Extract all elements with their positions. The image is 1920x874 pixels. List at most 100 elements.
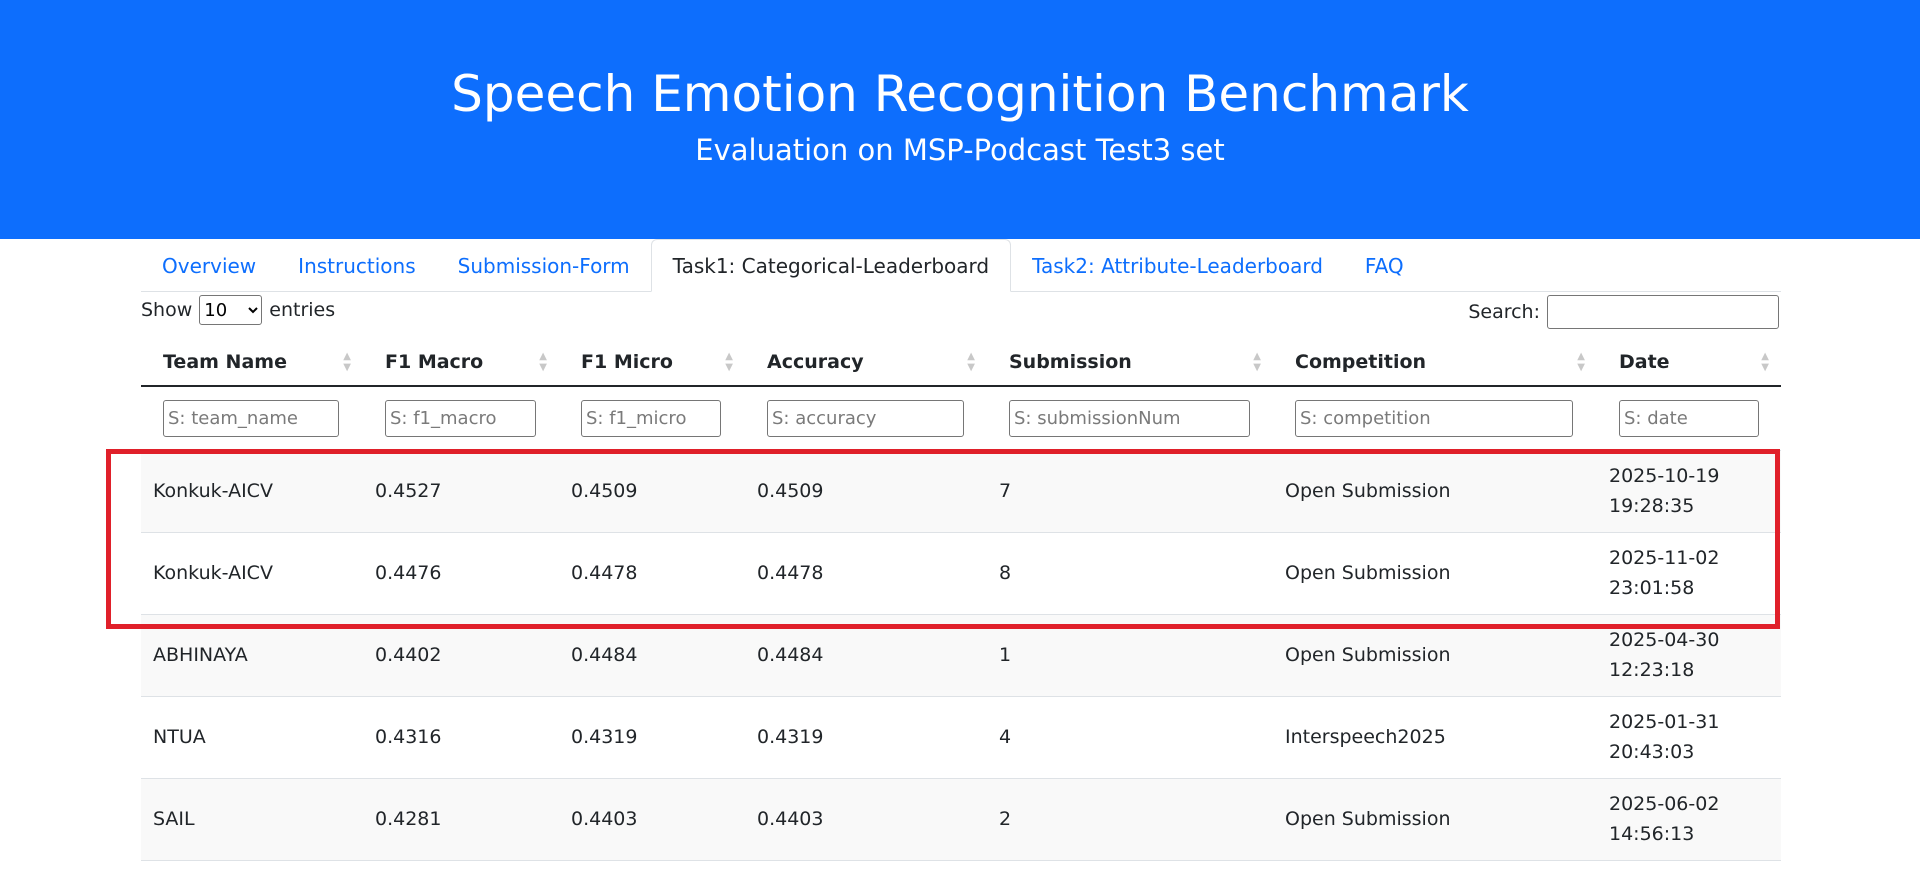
tab-overview[interactable]: Overview [141, 240, 277, 291]
cell-accuracy: 0.4509 [745, 449, 987, 532]
cell-submission: 4 [987, 695, 1273, 778]
tab-faq[interactable]: FAQ [1344, 240, 1425, 291]
filter-input-competition[interactable] [1295, 399, 1573, 437]
cell-f1-macro: 0.4402 [363, 613, 559, 696]
cell-team-name: Konkuk-AICV [141, 531, 363, 614]
cell-f1-macro: 0.4527 [363, 449, 559, 532]
column-header-label: Accuracy [767, 350, 864, 373]
nav-tabs: Overview Instructions Submission-Form Ta… [141, 239, 1781, 292]
column-header-f1-macro[interactable]: F1 Macro ▲ ▼ [363, 338, 559, 387]
table-row: SAIL 0.4281 0.4403 0.4403 2 Open Submiss… [141, 777, 1781, 861]
filter-cell [987, 386, 1273, 450]
tab-attribute-leaderboard[interactable]: Task2: Attribute-Leaderboard [1011, 240, 1344, 291]
cell-submission: 8 [987, 531, 1273, 614]
column-header-label: Submission [1009, 350, 1132, 373]
filter-input-date[interactable] [1619, 399, 1759, 437]
cell-submission: 2 [987, 777, 1273, 861]
sort-icon: ▲ ▼ [343, 350, 351, 373]
filter-cell [141, 386, 363, 450]
cell-competition: Open Submission [1273, 449, 1597, 532]
filter-input-team-name[interactable] [163, 399, 339, 437]
search-label: Search: [1468, 301, 1540, 323]
column-header-label: Team Name [163, 350, 287, 373]
cell-competition: Interspeech2025 [1273, 695, 1597, 778]
sort-icon: ▲ ▼ [1253, 350, 1261, 373]
cell-date-day: 2025-04-30 [1609, 629, 1720, 651]
cell-date-time: 19:28:35 [1609, 495, 1695, 517]
leaderboard-table: Team Name ▲ ▼ F1 Macro ▲ ▼ F1 Micro ▲ ▼ Accura… [141, 338, 1781, 861]
sort-icon: ▲ ▼ [967, 350, 975, 373]
table-row: Konkuk-AICV 0.4527 0.4509 0.4509 7 Open … [141, 449, 1781, 532]
show-label: Show [141, 299, 193, 321]
cell-team-name: NTUA [141, 695, 363, 778]
cell-date-day: 2025-11-02 [1609, 547, 1720, 569]
search-input[interactable] [1547, 295, 1779, 329]
cell-accuracy: 0.4403 [745, 777, 987, 861]
page-subtitle: Evaluation on MSP-Podcast Test3 set [695, 133, 1225, 167]
cell-f1-macro: 0.4316 [363, 695, 559, 778]
column-header-accuracy[interactable]: Accuracy ▲ ▼ [745, 338, 987, 387]
cell-accuracy: 0.4478 [745, 531, 987, 614]
cell-accuracy: 0.4484 [745, 613, 987, 696]
filter-cell [1597, 386, 1781, 450]
cell-date: 2025-06-02 14:56:13 [1597, 777, 1781, 861]
cell-team-name: SAIL [141, 777, 363, 861]
tab-submission-form[interactable]: Submission-Form [437, 240, 651, 291]
cell-f1-micro: 0.4319 [559, 695, 745, 778]
search-control: Search: [1468, 293, 1779, 331]
sort-icon: ▲ ▼ [1761, 350, 1769, 373]
page-title: Speech Emotion Recognition Benchmark [451, 65, 1469, 123]
entries-select[interactable]: 10 [199, 295, 263, 325]
column-header-label: F1 Micro [581, 350, 673, 373]
cell-date: 2025-11-02 23:01:58 [1597, 531, 1781, 614]
cell-date-day: 2025-10-19 [1609, 465, 1720, 487]
table-header-row: Team Name ▲ ▼ F1 Macro ▲ ▼ F1 Micro ▲ ▼ Accura… [141, 338, 1781, 387]
cell-accuracy: 0.4319 [745, 695, 987, 778]
cell-f1-macro: 0.4476 [363, 531, 559, 614]
cell-competition: Open Submission [1273, 777, 1597, 861]
column-header-date[interactable]: Date ▲ ▼ [1597, 338, 1781, 387]
cell-f1-micro: 0.4403 [559, 777, 745, 861]
sort-icon: ▲ ▼ [725, 350, 733, 373]
cell-date-day: 2025-06-02 [1609, 793, 1720, 815]
column-header-submission[interactable]: Submission ▲ ▼ [987, 338, 1273, 387]
filter-input-f1-macro[interactable] [385, 399, 536, 437]
cell-competition: Open Submission [1273, 531, 1597, 614]
filter-input-f1-micro[interactable] [581, 399, 721, 437]
tab-categorical-leaderboard[interactable]: Task1: Categorical-Leaderboard [650, 239, 1012, 292]
page-header: Speech Emotion Recognition Benchmark Eva… [0, 0, 1920, 239]
tab-instructions[interactable]: Instructions [277, 240, 436, 291]
column-header-label: Date [1619, 350, 1670, 373]
table-row: NTUA 0.4316 0.4319 0.4319 4 Interspeech2… [141, 695, 1781, 778]
table-row: ABHINAYA 0.4402 0.4484 0.4484 1 Open Sub… [141, 613, 1781, 696]
cell-date-time: 23:01:58 [1609, 577, 1695, 599]
column-header-competition[interactable]: Competition ▲ ▼ [1273, 338, 1597, 387]
cell-date-time: 20:43:03 [1609, 741, 1695, 763]
table-filter-row [141, 386, 1781, 450]
column-header-label: F1 Macro [385, 350, 484, 373]
table-row: Konkuk-AICV 0.4476 0.4478 0.4478 8 Open … [141, 531, 1781, 614]
cell-date-time: 14:56:13 [1609, 823, 1695, 845]
cell-submission: 1 [987, 613, 1273, 696]
cell-date: 2025-01-31 20:43:03 [1597, 695, 1781, 778]
cell-date: 2025-04-30 12:23:18 [1597, 613, 1781, 696]
cell-submission: 7 [987, 449, 1273, 532]
filter-cell [1273, 386, 1597, 450]
sort-icon: ▲ ▼ [539, 350, 547, 373]
entries-length-control: Show 10 entries [141, 294, 335, 326]
filter-cell [559, 386, 745, 450]
column-header-team-name[interactable]: Team Name ▲ ▼ [141, 338, 363, 387]
cell-date: 2025-10-19 19:28:35 [1597, 449, 1781, 532]
entries-label: entries [269, 299, 336, 321]
cell-f1-micro: 0.4484 [559, 613, 745, 696]
cell-f1-micro: 0.4478 [559, 531, 745, 614]
filter-input-submission[interactable] [1009, 399, 1250, 437]
column-header-f1-micro[interactable]: F1 Micro ▲ ▼ [559, 338, 745, 387]
cell-f1-micro: 0.4509 [559, 449, 745, 532]
cell-team-name: Konkuk-AICV [141, 449, 363, 532]
cell-f1-macro: 0.4281 [363, 777, 559, 861]
filter-cell [363, 386, 559, 450]
column-header-label: Competition [1295, 350, 1427, 373]
cell-date-day: 2025-01-31 [1609, 711, 1720, 733]
filter-input-accuracy[interactable] [767, 399, 964, 437]
